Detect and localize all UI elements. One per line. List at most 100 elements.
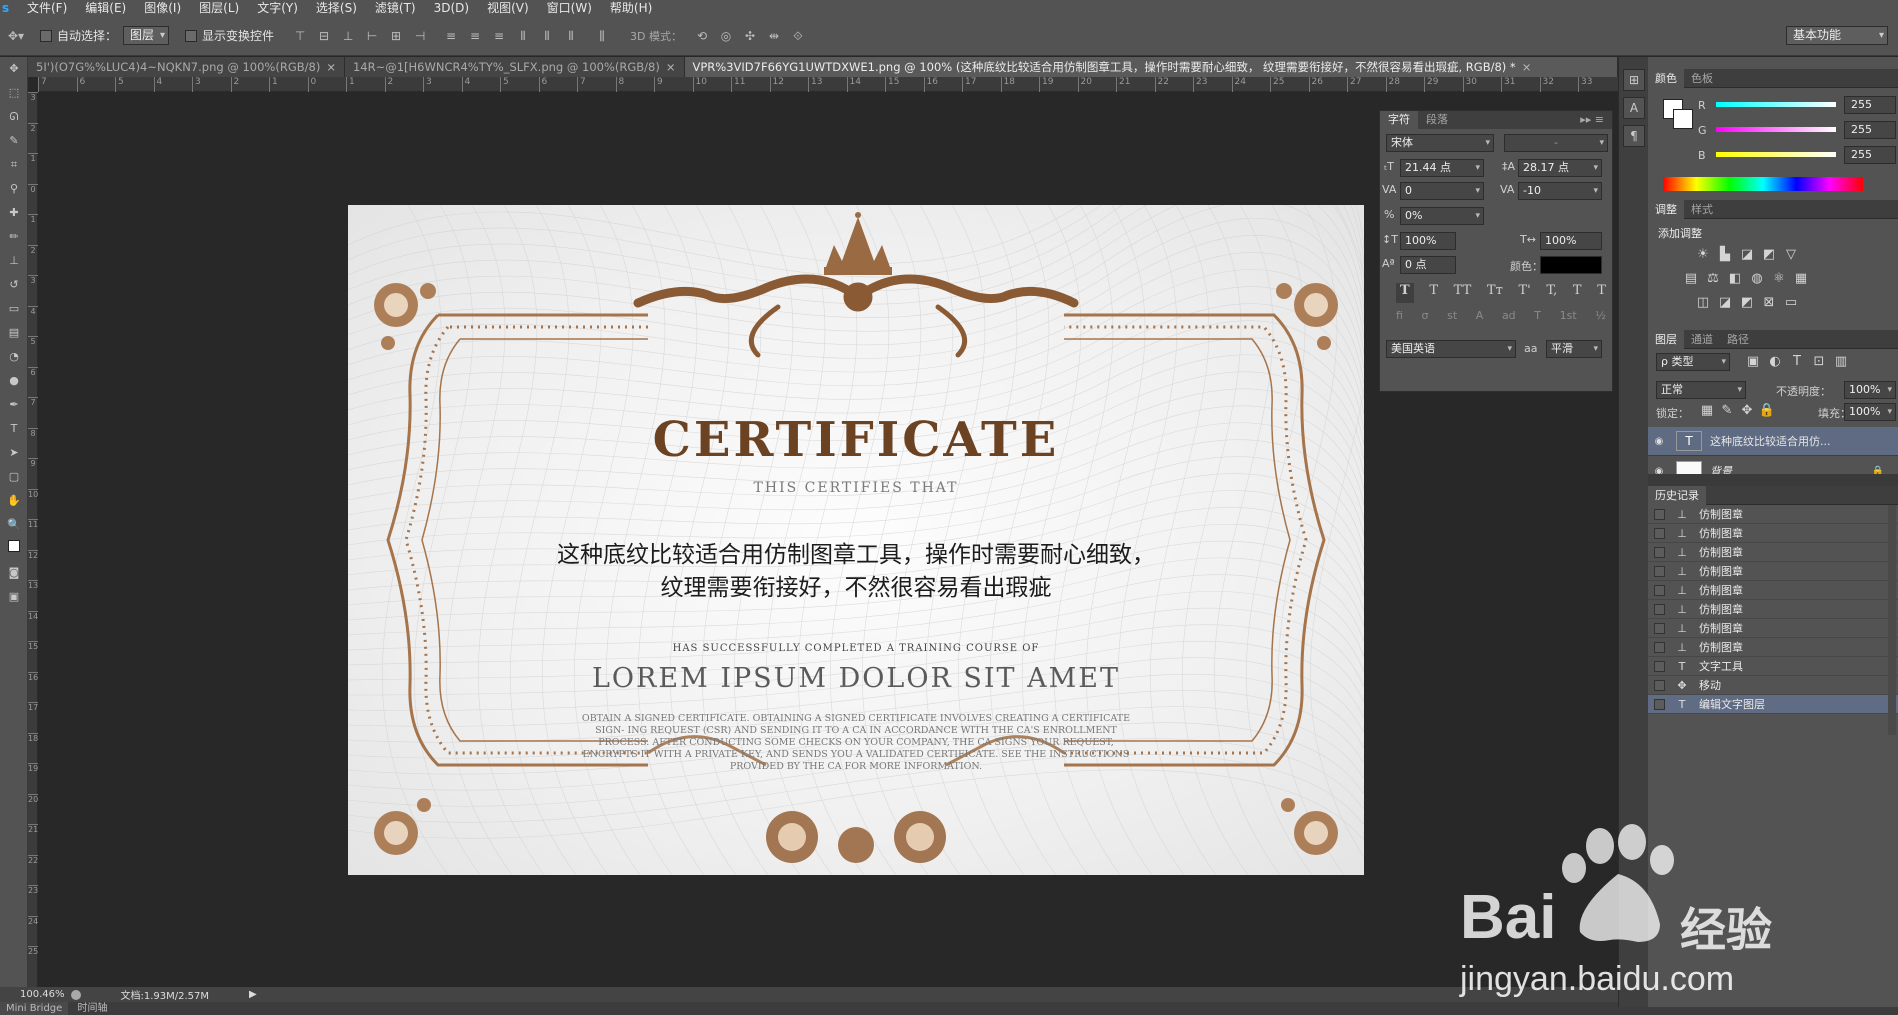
- distribute-right-icon[interactable]: ⫴: [562, 28, 580, 44]
- menu-item[interactable]: 滤镜(T): [366, 0, 425, 16]
- menu-item[interactable]: 3D(D): [425, 0, 478, 16]
- history-snapshot-checkbox[interactable]: [1654, 565, 1665, 577]
- layer-name[interactable]: 这种底纹比较适合用仿...: [1710, 433, 1831, 449]
- eyedropper-tool-icon[interactable]: ⚲: [0, 177, 28, 201]
- brightness-icon[interactable]: ☀: [1694, 247, 1712, 263]
- tab-adjustments[interactable]: 调整: [1648, 199, 1684, 219]
- opentype-button[interactable]: T: [1534, 309, 1541, 329]
- fill-field[interactable]: 100%: [1844, 403, 1896, 421]
- hue-saturation-icon[interactable]: ▤: [1682, 271, 1700, 287]
- selective-color-icon[interactable]: ⊠: [1760, 295, 1778, 311]
- opentype-button[interactable]: ½: [1595, 309, 1606, 329]
- menu-item[interactable]: 编辑(E): [76, 0, 135, 16]
- roll-3d-icon[interactable]: ◎: [717, 28, 735, 44]
- type-tool-icon[interactable]: T: [0, 417, 28, 441]
- shape-tool-icon[interactable]: ▢: [0, 465, 28, 489]
- language-dropdown[interactable]: 美国英语: [1386, 340, 1516, 358]
- timeline-tab[interactable]: 时间轴: [72, 1002, 114, 1015]
- menu-item[interactable]: 帮助(H): [601, 0, 661, 16]
- mini-bridge-tab[interactable]: Mini Bridge: [0, 1002, 69, 1015]
- history-item[interactable]: ⊥ 仿制图章: [1648, 600, 1898, 619]
- tab-layers[interactable]: 图层: [1648, 329, 1684, 349]
- vertical-ruler[interactable]: 3 2 1 0 1 2 3 4 5 6 7 8 9 10 11 12 13 14 15 16 17 18 19 20 21 22 2…: [28, 92, 38, 992]
- font-family-dropdown[interactable]: 宋体: [1386, 134, 1494, 152]
- tab-close-icon[interactable]: ×: [326, 60, 336, 74]
- crop-tool-icon[interactable]: ⌗: [0, 153, 28, 177]
- text-layer-line-1[interactable]: 这种底纹比较适合用仿制图章工具，操作时需要耐心细致，: [348, 535, 1364, 569]
- kerning-field[interactable]: 0: [1400, 182, 1484, 200]
- history-item[interactable]: T 文字工具: [1648, 657, 1898, 676]
- lock-position-icon[interactable]: ✥: [1738, 403, 1756, 419]
- filter-shape-icon[interactable]: ⊡: [1810, 354, 1828, 370]
- horizontal-scale-field[interactable]: 100%: [1540, 232, 1602, 250]
- zoom-tool-icon[interactable]: 🔍: [0, 513, 28, 537]
- app-logo[interactable]: s: [0, 1, 18, 15]
- type-style-button[interactable]: T: [1396, 283, 1414, 303]
- history-snapshot-checkbox[interactable]: [1654, 546, 1665, 558]
- history-snapshot-checkbox[interactable]: [1654, 698, 1665, 710]
- text-color-swatch[interactable]: [1540, 256, 1602, 274]
- hand-tool-icon[interactable]: ✋: [0, 489, 28, 513]
- lock-pixels-icon[interactable]: ✎: [1718, 403, 1736, 419]
- healing-tool-icon[interactable]: ✚: [0, 201, 28, 225]
- type-style-button[interactable]: Tт: [1487, 283, 1503, 303]
- tab-character[interactable]: 字符: [1380, 111, 1418, 129]
- align-bottom-icon[interactable]: ⊥: [339, 28, 357, 44]
- marquee-tool-icon[interactable]: ⬚: [0, 81, 28, 105]
- clone-stamp-tool-icon[interactable]: ⊥: [0, 249, 28, 273]
- opacity-field[interactable]: 100%: [1844, 381, 1896, 399]
- posterize-icon[interactable]: ◪: [1716, 295, 1734, 311]
- opentype-button[interactable]: fi: [1396, 309, 1403, 329]
- opentype-button[interactable]: st: [1447, 309, 1457, 329]
- font-size-field[interactable]: 21.44 点: [1400, 159, 1484, 177]
- auto-select-dropdown[interactable]: 图层: [123, 26, 170, 45]
- history-snapshot-checkbox[interactable]: [1654, 603, 1665, 615]
- pen-tool-icon[interactable]: ✒: [0, 393, 28, 417]
- g-slider[interactable]: [1716, 127, 1836, 132]
- align-left-icon[interactable]: ⊢: [363, 28, 381, 44]
- r-value[interactable]: 255: [1844, 96, 1896, 114]
- gradient-tool-icon[interactable]: ▤: [0, 321, 28, 345]
- type-style-button[interactable]: T': [1518, 283, 1530, 303]
- color-lookup-icon[interactable]: ▦: [1792, 271, 1810, 287]
- b-slider[interactable]: [1716, 152, 1836, 157]
- lock-all-icon[interactable]: 🔒: [1758, 403, 1776, 419]
- leading-field[interactable]: 28.17 点: [1518, 159, 1602, 177]
- tab-close-icon[interactable]: ×: [1522, 60, 1532, 74]
- opentype-button[interactable]: ad: [1502, 309, 1516, 329]
- distribute-hcenter-icon[interactable]: ⫴: [538, 28, 556, 44]
- history-snapshot-checkbox[interactable]: [1654, 641, 1665, 653]
- tab-styles[interactable]: 样式: [1684, 200, 1720, 219]
- history-item[interactable]: ⊥ 仿制图章: [1648, 581, 1898, 600]
- type-style-button[interactable]: T: [1573, 283, 1582, 303]
- scale-3d-icon[interactable]: ⟐: [789, 28, 807, 44]
- history-snapshot-checkbox[interactable]: [1654, 660, 1665, 672]
- type-style-button[interactable]: T: [1597, 283, 1606, 303]
- history-panel-icon[interactable]: ⊞: [1623, 69, 1645, 91]
- screen-mode-icon[interactable]: ▣: [0, 585, 28, 609]
- tab-color[interactable]: 颜色: [1648, 68, 1684, 88]
- curves-icon[interactable]: ◪: [1738, 247, 1756, 263]
- lasso-tool-icon[interactable]: ᘏ: [0, 105, 28, 129]
- type-style-button[interactable]: T: [1429, 283, 1438, 303]
- history-item[interactable]: ⊥ 仿制图章: [1648, 638, 1898, 657]
- show-transform-checkbox[interactable]: [185, 29, 198, 42]
- r-slider[interactable]: [1716, 102, 1836, 107]
- tab-swatches[interactable]: 色板: [1684, 69, 1720, 88]
- background-swatch[interactable]: [1673, 109, 1693, 129]
- opentype-button[interactable]: A: [1476, 309, 1484, 329]
- visibility-eye-icon[interactable]: ◉: [1648, 436, 1670, 447]
- history-item[interactable]: T 编辑文字图层: [1648, 695, 1898, 714]
- b-value[interactable]: 255: [1844, 146, 1896, 164]
- history-snapshot-checkbox[interactable]: [1654, 622, 1665, 634]
- brush-tool-icon[interactable]: ✏: [0, 225, 28, 249]
- layer-row[interactable]: ◉ T 这种底纹比较适合用仿...: [1648, 427, 1898, 456]
- menu-item[interactable]: 文件(F): [18, 0, 76, 16]
- blur-tool-icon[interactable]: ◔: [0, 345, 28, 369]
- font-style-dropdown[interactable]: -: [1504, 134, 1608, 152]
- filter-smart-icon[interactable]: ▥: [1832, 354, 1850, 370]
- opentype-button[interactable]: σ: [1422, 309, 1429, 329]
- auto-select-checkbox[interactable]: [40, 29, 52, 42]
- distribute-left-icon[interactable]: ⫴: [514, 28, 532, 44]
- type-style-button[interactable]: TT: [1454, 283, 1472, 303]
